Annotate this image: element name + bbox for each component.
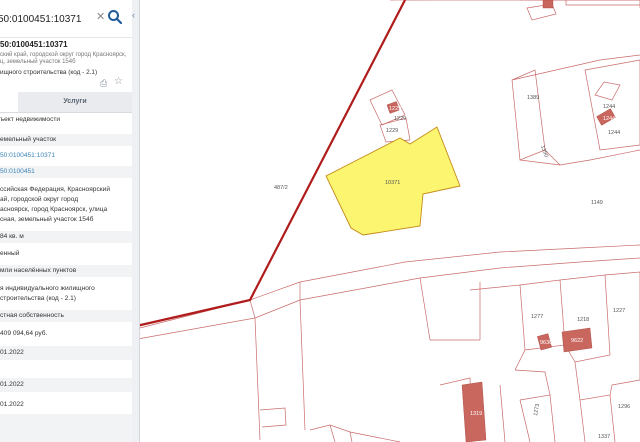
map-label-1229b: 1229 [394,116,406,122]
panel-collapse-handle[interactable]: ‹ [132,0,140,442]
address-line-1: ский край, городской округ город Красноя… [0,52,127,58]
close-icon[interactable]: ✕ [96,11,105,23]
map-label-1277: 1277 [531,314,543,320]
map-label-1218: 1218 [577,317,589,323]
address-line-2: ц, земельный участок 154б [0,59,76,65]
parcel-use-summary: ищного строительства (код - 2.1) [0,69,98,76]
map-label-9622: 9622 [571,338,583,344]
info-row-date-3: 01.2022 [0,401,24,408]
tab-services[interactable]: Услуги [18,92,132,112]
map-label-selected: 10371 [385,180,400,186]
info-row-area: 84 кв. м [0,231,132,243]
info-row-cad-quarter[interactable]: 50:0100451 [0,166,132,178]
map-label-1229c: 1229 [386,128,398,134]
parcel-address-summary: ский край, городской округ город Красноя… [0,52,126,66]
tab-object[interactable] [0,92,18,112]
map-label-1337: 1337 [598,434,610,440]
info-row-category: мли населённых пунктов [0,265,132,277]
info-row-ownership: стная собственность [0,310,132,322]
chevron-left-icon[interactable]: ‹ [132,10,135,20]
info-row-permitted-use: я индивидуального жилищного строительств… [0,285,95,302]
parcel-number-title: 50:0100451:10371 [0,40,68,49]
info-row-type: ъект недвижимости [0,116,61,123]
map-label-9630: 9630 [540,340,552,346]
map-label-4872: 487/2 [274,185,288,191]
map-label-1319: 1319 [470,411,482,417]
info-row-empty [0,364,132,378]
info-panel: ✕ 50:0100451:10371 ский край, городской … [0,0,133,442]
info-row-date-2: 01.2022 [0,378,132,392]
map-label-1229a: 1229 [389,106,401,112]
map-label-1244c: 1244 [608,130,620,136]
map-label-1389: 1389 [527,95,539,101]
info-row-address: ссийская Федерация, Красноярский ай, гор… [0,186,111,223]
map-label-1149: 1149 [591,200,603,206]
panel-tabs: Услуги [0,92,132,113]
search-input[interactable] [0,9,96,29]
info-row-filler [0,414,132,442]
map-label-1244b: 1244 [603,116,615,122]
map-label-1227: 1227 [613,308,625,314]
info-row-cad-value: 409 094,64 руб. [0,330,48,337]
info-row-status: енный [0,250,20,257]
info-row-date-1: 01.2022 [0,346,132,360]
search-bar: ✕ [0,0,132,38]
info-row-kind: емельный участок [0,134,132,146]
map-label-1296: 1296 [618,404,630,410]
print-icon[interactable]: ⎙ [100,78,107,89]
map-label-1244a: 1244 [603,104,615,110]
info-row-cad-number[interactable]: 50:0100451:10371 [0,152,132,160]
search-icon[interactable] [107,9,123,25]
star-icon[interactable]: ☆ [114,76,123,87]
